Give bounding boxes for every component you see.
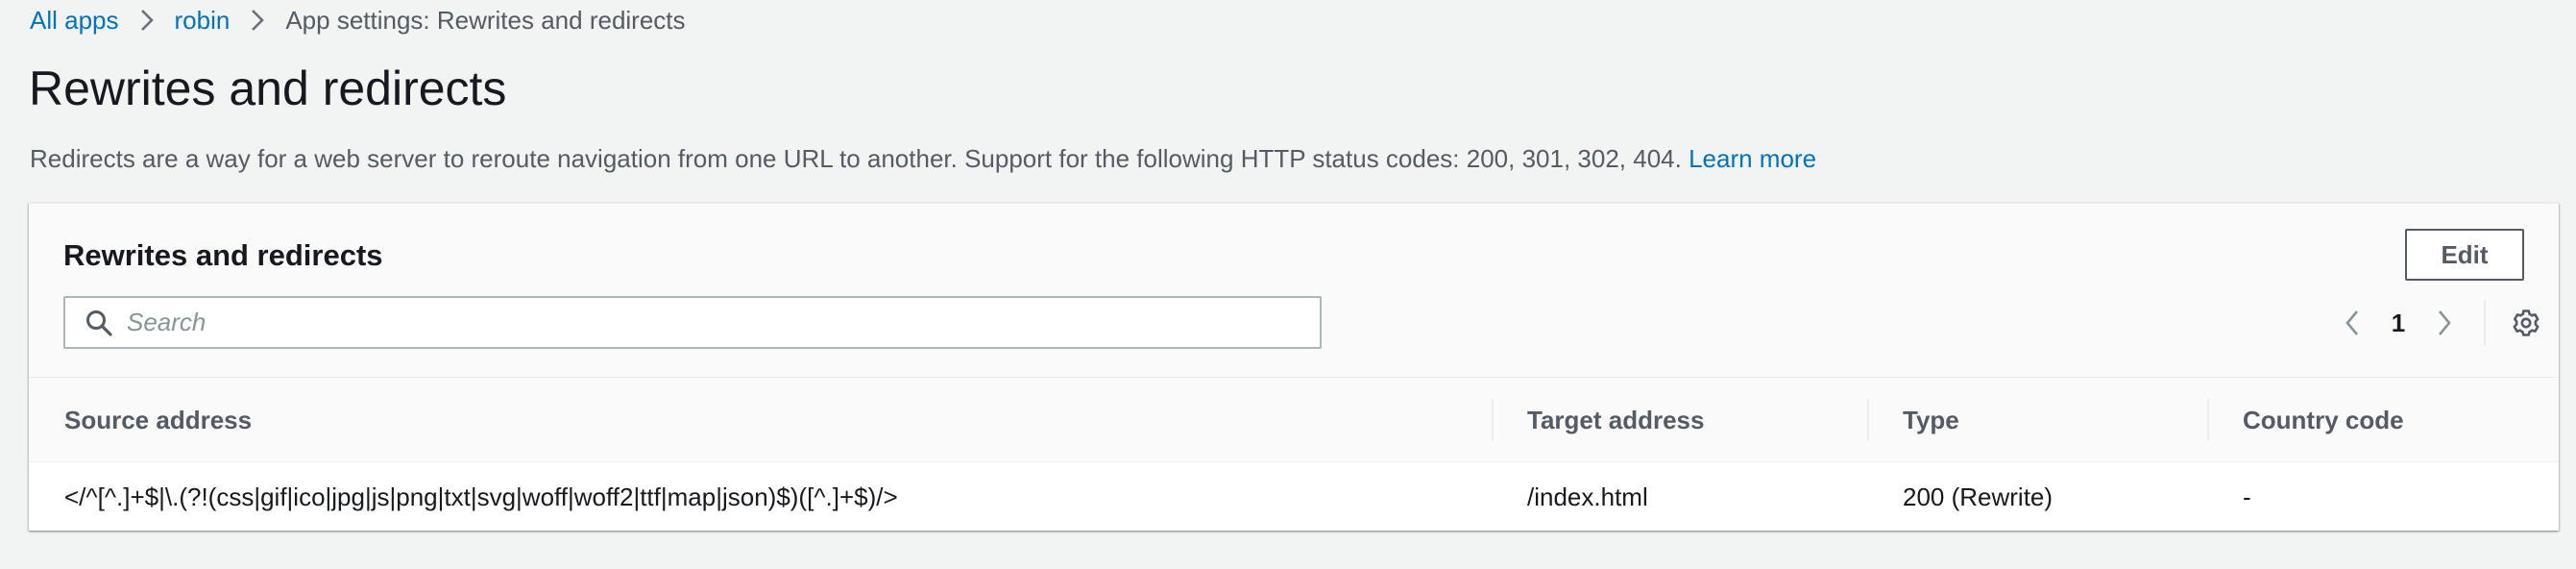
search-input[interactable] (127, 298, 1320, 347)
breadcrumb-current: App settings: Rewrites and redirects (285, 5, 686, 35)
cell-country-code: - (2243, 482, 2251, 511)
panel-header: Rewrites and redirects Edit 1 (29, 204, 2559, 377)
page-number-current[interactable]: 1 (2370, 309, 2426, 338)
next-page-button[interactable] (2426, 300, 2463, 346)
panel-title: Rewrites and redirects (63, 238, 383, 272)
cell-target-address: /index.html (1527, 482, 1648, 511)
cell-source-address: </^[^.]+$|\.(?!(css|gif|ico|jpg|js|png|t… (64, 482, 898, 511)
page-description: Redirects are a way for a web server to … (30, 144, 1816, 173)
edit-button[interactable]: Edit (2405, 229, 2524, 281)
column-divider[interactable] (2207, 399, 2209, 441)
column-header-country-code[interactable]: Country code (2243, 378, 2404, 462)
pagination: 1 (2334, 300, 2545, 346)
rewrites-panel: Rewrites and redirects Edit 1 (29, 203, 2559, 531)
page-title: Rewrites and redirects (29, 62, 507, 115)
column-header-type[interactable]: Type (1903, 378, 1959, 462)
table-row: </^[^.]+$|\.(?!(css|gif|ico|jpg|js|png|t… (29, 462, 2559, 532)
column-header-source-address[interactable]: Source address (64, 378, 252, 462)
pagination-divider (2484, 300, 2486, 346)
learn-more-link[interactable]: Learn more (1689, 144, 1816, 173)
breadcrumb-app-robin[interactable]: robin (175, 6, 231, 36)
table-header-row: Source address Target address Type Count… (29, 377, 2559, 462)
previous-page-button[interactable] (2334, 300, 2370, 346)
breadcrumb: All apps robin App settings: Rewrites an… (30, 6, 686, 35)
table-settings-button[interactable] (2507, 300, 2545, 346)
column-divider[interactable] (1492, 399, 1494, 441)
chevron-right-icon (251, 9, 265, 32)
column-header-target-address[interactable]: Target address (1527, 378, 1704, 462)
chevron-right-icon (140, 9, 154, 32)
description-text: Redirects are a way for a web server to … (30, 144, 1682, 173)
gear-icon (2511, 308, 2541, 338)
search-field[interactable] (63, 296, 1322, 349)
search-icon (85, 309, 113, 337)
cell-type: 200 (Rewrite) (1903, 482, 2054, 511)
column-divider[interactable] (1867, 399, 1869, 441)
breadcrumb-all-apps[interactable]: All apps (30, 6, 119, 36)
chevron-right-icon (2437, 309, 2452, 336)
chevron-left-icon (2345, 309, 2360, 336)
redirects-table: Source address Target address Type Count… (29, 377, 2559, 532)
